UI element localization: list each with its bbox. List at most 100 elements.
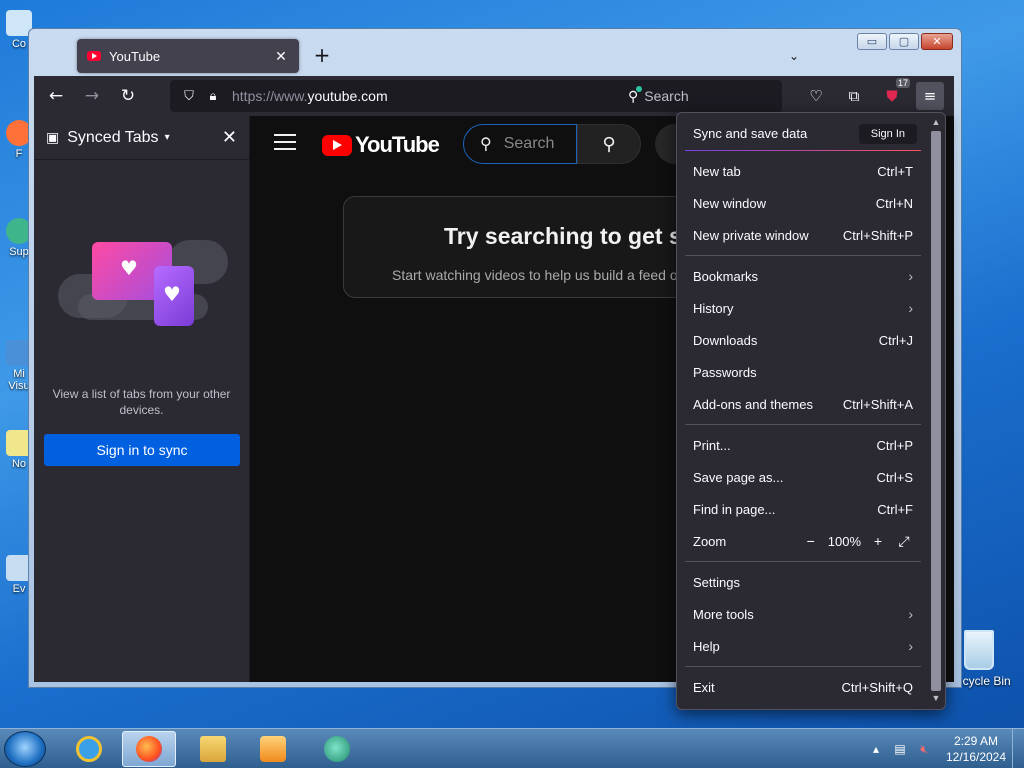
menu-item-addons[interactable]: Add-ons and themes Ctrl+Shift+A [685, 388, 921, 420]
sign-in-to-sync-button[interactable]: Sign in to sync [44, 434, 240, 466]
menu-item-label: Exit [693, 679, 715, 695]
menu-item-shortcut: Ctrl+N [875, 195, 913, 211]
url-text[interactable]: https://www.youtube.com [232, 88, 388, 104]
zoom-controls: − 100% + ⤢ [802, 532, 913, 550]
menu-item-new-window[interactable]: New window Ctrl+N [685, 187, 921, 219]
folder-icon [200, 736, 226, 762]
menu-item-shortcut: Ctrl+P [876, 437, 913, 453]
youtube-menu-icon[interactable] [274, 134, 296, 155]
network-icon[interactable]: ▤ [892, 742, 908, 756]
zoom-level[interactable]: 100% [828, 534, 861, 549]
zoom-in-button[interactable]: + [869, 532, 887, 550]
reload-button[interactable]: ↻ [114, 82, 142, 110]
menu-item-shortcut: Ctrl+J [878, 332, 913, 348]
extensions-puzzle-icon[interactable]: ⧉ [840, 82, 868, 110]
sync-row: Sync and save data Sign In [685, 117, 921, 151]
taskbar-app-firefox[interactable] [122, 731, 176, 767]
zoom-out-button[interactable]: − [802, 532, 820, 550]
app-menu-panel: Sync and save data Sign In New tab Ctrl+T… [676, 112, 946, 710]
clock-time: 2:29 AM [953, 734, 999, 748]
show-hidden-icons-icon[interactable]: ▴ [868, 742, 884, 756]
ublock-shield-icon[interactable]: ⛊ 17 [878, 78, 910, 110]
menu-item-shortcut: Ctrl+F [877, 501, 913, 517]
menu-item-history[interactable]: History › [685, 292, 921, 324]
lock-icon[interactable]: 🔒︎ [202, 89, 224, 104]
menu-item-new-tab[interactable]: New tab Ctrl+T [685, 155, 921, 187]
show-desktop-button[interactable] [1012, 729, 1024, 768]
tab-title: YouTube [109, 48, 161, 64]
menu-scrollbar[interactable]: ▲ ▼ [929, 117, 943, 705]
phone-illustration: ♥ [154, 266, 194, 326]
nav-toolbar: ← → ↻ ⛉ 🔒︎ https://www.youtube.com ☆ ⚲ S… [34, 76, 954, 116]
sidebar-title[interactable]: Synced Tabs [67, 129, 158, 147]
desktop-icon-label: Mi Visu [8, 368, 30, 392]
desktop-icon-label: F [15, 148, 23, 160]
youtube-play-icon [322, 134, 352, 156]
menu-item-label: Help [693, 638, 720, 654]
taskbar-app-explorer[interactable] [186, 731, 240, 767]
list-all-tabs-chevron-icon[interactable]: ⌄ [783, 45, 805, 67]
youtube-search-button[interactable]: ⚲ [577, 124, 641, 164]
sync-label: Sync and save data [693, 126, 808, 141]
search-icon: ⚲ [628, 85, 643, 104]
scroll-thumb[interactable] [931, 131, 941, 691]
volume-muted-icon[interactable]: 🔇︎ [916, 742, 932, 757]
menu-item-more-tools[interactable]: More tools › [685, 598, 921, 630]
desktop-icon-label: Co [11, 38, 27, 50]
menu-item-shortcut: Ctrl+T [877, 163, 913, 179]
taskbar-app-ie[interactable] [62, 731, 116, 767]
menu-item-label: Find in page... [693, 501, 776, 517]
desktop-icon-label: Sup [9, 246, 29, 258]
fullscreen-icon[interactable]: ⤢ [895, 532, 913, 550]
youtube-logo[interactable]: YouTube [322, 132, 440, 158]
menu-item-downloads[interactable]: Downloads Ctrl+J [685, 324, 921, 356]
menu-item-label: New private window [693, 227, 809, 243]
url-prefix: https://www. [232, 88, 308, 104]
tab-close-icon[interactable]: ✕ [273, 48, 289, 65]
taskbar-app-media[interactable] [246, 731, 300, 767]
menu-item-help[interactable]: Help › [685, 630, 921, 662]
close-icon[interactable]: ✕ [222, 127, 237, 148]
desktop-icon-label: No [11, 458, 27, 470]
youtube-favicon-icon [87, 51, 101, 61]
menu-separator [685, 424, 921, 425]
menu-item-exit[interactable]: Exit Ctrl+Shift+Q [685, 671, 921, 703]
url-bar[interactable]: ⛉ 🔒︎ https://www.youtube.com ☆ [170, 80, 642, 112]
scroll-up-icon[interactable]: ▲ [929, 117, 943, 129]
tab-youtube[interactable]: YouTube ✕ [77, 39, 299, 73]
scroll-down-icon[interactable]: ▼ [929, 693, 943, 705]
menu-item-new-private-window[interactable]: New private window Ctrl+Shift+P [685, 219, 921, 251]
menu-item-label: More tools [693, 606, 754, 622]
synced-tabs-sidebar: ▣ Synced Tabs ▾ ✕ ♥ ♥ View a list of tab… [34, 116, 250, 682]
sign-in-button[interactable]: Sign In [858, 123, 917, 144]
tab-strip: YouTube ✕ + ⌄ [33, 35, 957, 75]
chevron-down-icon[interactable]: ▾ [165, 132, 170, 143]
menu-item-shortcut: Ctrl+Shift+Q [841, 679, 913, 695]
synced-tabs-icon: ▣ [46, 129, 60, 145]
pocket-icon[interactable]: ♡ [802, 82, 830, 110]
youtube-search-input[interactable]: ⚲ Search [463, 124, 577, 164]
app-menu-button[interactable]: ≡ [916, 82, 944, 110]
new-tab-button[interactable]: + [311, 45, 333, 67]
menu-item-zoom: Zoom − 100% + ⤢ [685, 525, 921, 557]
clock[interactable]: 2:29 AM 12/16/2024 [940, 733, 1012, 765]
menu-item-save-page[interactable]: Save page as... Ctrl+S [685, 461, 921, 493]
back-button[interactable]: ← [42, 82, 70, 110]
media-player-icon [260, 736, 286, 762]
menu-item-find-in-page[interactable]: Find in page... Ctrl+F [685, 493, 921, 525]
menu-item-settings[interactable]: Settings [685, 566, 921, 598]
menu-item-bookmarks[interactable]: Bookmarks › [685, 260, 921, 292]
menu-item-passwords[interactable]: Passwords [685, 356, 921, 388]
menu-item-label: Zoom [693, 533, 727, 549]
start-button[interactable] [4, 731, 46, 767]
chevron-right-icon: › [908, 300, 913, 316]
chevron-right-icon: › [908, 268, 913, 284]
menu-item-shortcut: Ctrl+Shift+A [842, 396, 913, 412]
menu-item-label: Print... [693, 437, 731, 453]
forward-button[interactable]: → [78, 82, 106, 110]
search-bar[interactable]: ⚲ Search [618, 80, 782, 112]
menu-item-print[interactable]: Print... Ctrl+P [685, 429, 921, 461]
tracking-shield-icon[interactable]: ⛉ [178, 89, 200, 104]
taskbar-app-other[interactable] [310, 731, 364, 767]
youtube-logo-text: YouTube [355, 132, 440, 157]
